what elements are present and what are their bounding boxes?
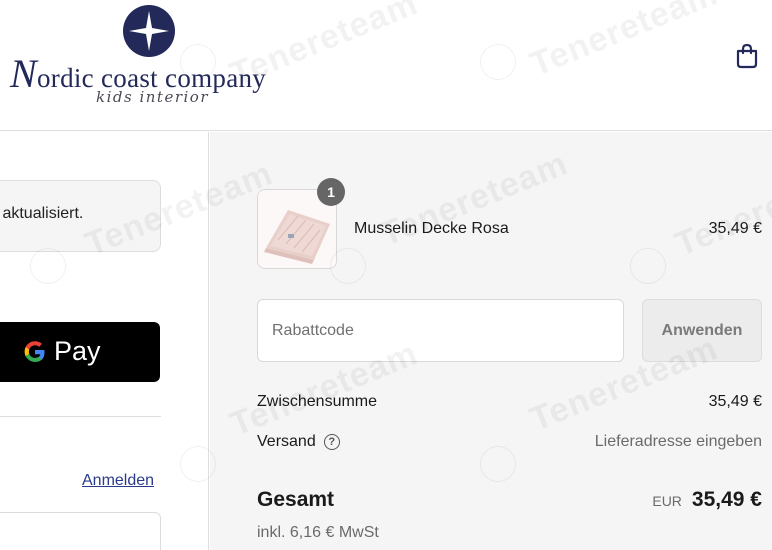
- subtotal-value: 35,49 €: [708, 393, 762, 410]
- shipping-label-group: Versand ?: [257, 433, 340, 451]
- cart-button[interactable]: [731, 40, 763, 72]
- question-circle-icon[interactable]: ?: [323, 434, 340, 450]
- compass-star-logo-icon: [123, 5, 175, 57]
- line-item-name: Musselin Decke Rosa: [354, 220, 509, 237]
- total-amount: 35,49 €: [691, 488, 762, 511]
- apply-discount-button[interactable]: Anwenden: [642, 299, 762, 362]
- google-g-icon: [24, 340, 45, 362]
- notice-text: s aktualisiert.: [0, 205, 84, 222]
- line-item-price: 35,49 €: [708, 220, 762, 237]
- google-pay-label: Pay: [54, 336, 101, 366]
- order-summary: 1 Musselin Decke Rosa 35,49 € Anwenden Z…: [210, 132, 772, 550]
- total-currency: EUR: [652, 493, 682, 509]
- checkout-main-column: Pay Anmelden: [0, 132, 209, 550]
- store-header: Nordic coast company kids interior: [0, 0, 772, 131]
- store-logo[interactable]: Nordic coast company kids interior: [8, 4, 298, 114]
- google-pay-button[interactable]: Pay: [0, 322, 160, 382]
- shopping-bag-icon: [736, 43, 758, 69]
- discount-code-input[interactable]: [257, 299, 624, 362]
- shipping-label: Versand: [257, 433, 316, 450]
- login-link[interactable]: Anmelden: [82, 472, 154, 490]
- total-value-group: EUR 35,49 €: [652, 488, 762, 512]
- tax-note: inkl. 6,16 € MwSt: [257, 524, 379, 541]
- divider: [0, 416, 161, 417]
- subtotal-label: Zwischensumme: [257, 393, 378, 410]
- quantity-badge: 1: [317, 178, 345, 206]
- logo-tagline: kids interior: [96, 88, 209, 106]
- shipping-value: Lieferadresse eingeben: [594, 433, 762, 450]
- contact-input-box[interactable]: [0, 512, 161, 550]
- total-label: Gesamt: [257, 488, 335, 511]
